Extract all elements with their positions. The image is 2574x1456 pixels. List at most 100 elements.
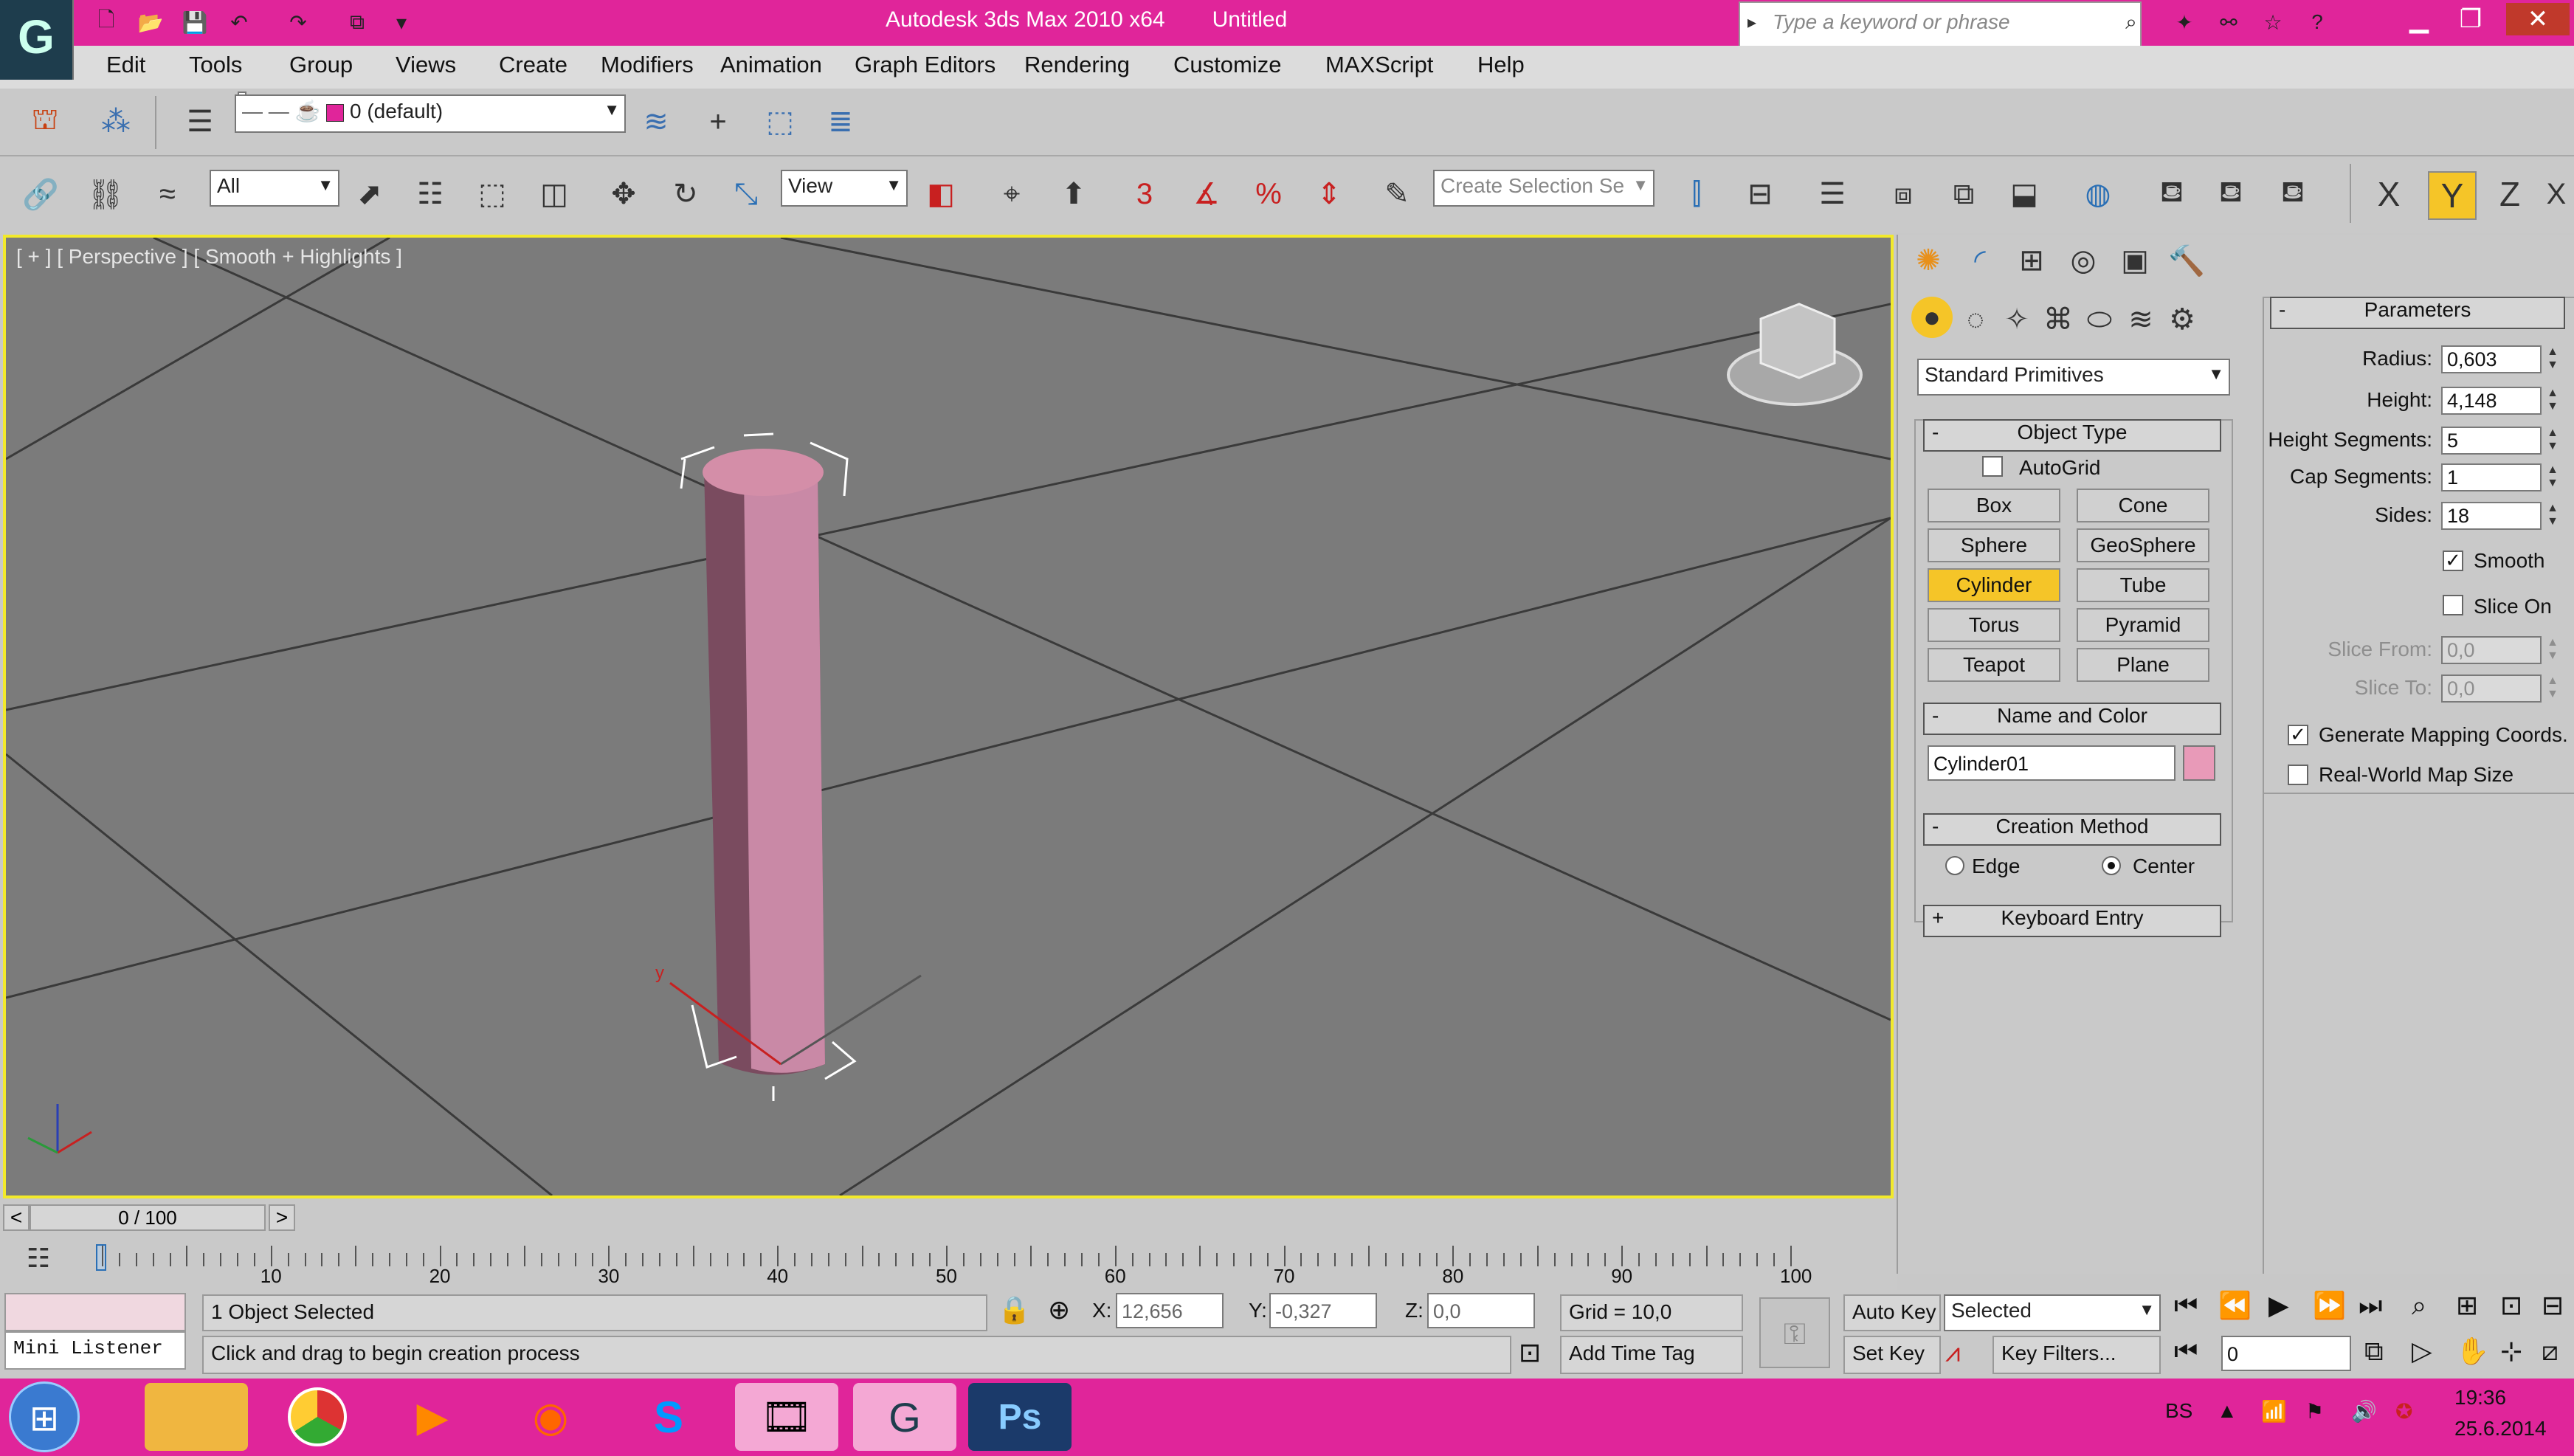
render-iterative-icon[interactable]: ⛾ bbox=[2270, 171, 2316, 217]
menu-rendering[interactable]: Rendering bbox=[1024, 52, 1130, 78]
shapes-icon[interactable]: ◌ bbox=[1953, 297, 1998, 342]
spinner-snap-icon[interactable]: ⇕ bbox=[1306, 171, 1352, 217]
y-coordinate-input[interactable]: -0,327 bbox=[1269, 1293, 1377, 1328]
help-icon[interactable]: ? bbox=[2302, 7, 2332, 37]
menu-animation[interactable]: Animation bbox=[720, 52, 822, 78]
select-and-link-icon[interactable]: 🔗 bbox=[18, 171, 63, 217]
current-frame-marker[interactable] bbox=[96, 1244, 106, 1271]
zoom-all-icon[interactable]: ⊞ bbox=[2456, 1290, 2478, 1321]
mini-curve-editor-icon[interactable]: ☷ bbox=[16, 1238, 61, 1278]
render-production-icon[interactable]: ⛾ bbox=[2208, 171, 2254, 217]
cylinder-object[interactable]: y bbox=[655, 432, 922, 1101]
box-button[interactable]: Box bbox=[1928, 489, 2060, 522]
particle-icon[interactable]: ⁂ bbox=[93, 99, 139, 145]
plane-button[interactable]: Plane bbox=[2077, 648, 2209, 682]
chevron-down-icon[interactable]: ▾ bbox=[387, 7, 416, 37]
current-frame-input[interactable]: 0 bbox=[2221, 1336, 2351, 1371]
menu-views[interactable]: Views bbox=[396, 52, 456, 78]
tray-expand-icon[interactable]: ▲ bbox=[2217, 1399, 2237, 1423]
sides-input[interactable]: 18 bbox=[2441, 502, 2542, 530]
language-indicator[interactable]: BS bbox=[2165, 1399, 2192, 1423]
keyboard-shortcut-toggle-icon[interactable]: ⬆ bbox=[1051, 171, 1097, 217]
bind-space-warp-icon[interactable]: ≈ bbox=[145, 171, 190, 217]
edge-radio[interactable] bbox=[1945, 856, 1964, 875]
clock-date[interactable]: 25.6.2014 bbox=[2454, 1417, 2547, 1441]
key-mode-dropdown[interactable]: Selected ▼ bbox=[1944, 1294, 2161, 1331]
volume-icon[interactable]: 🔊 bbox=[2351, 1399, 2377, 1424]
slice-from-spinner[interactable]: ▲ ▼ bbox=[2544, 636, 2561, 664]
pan-hand-icon[interactable]: ✋ bbox=[2456, 1336, 2489, 1367]
binoculars-icon[interactable]: ⌕ bbox=[2116, 7, 2146, 37]
name-color-header[interactable]: - Name and Color bbox=[1923, 703, 2221, 735]
tray-app-icon[interactable]: ✪ bbox=[2395, 1399, 2412, 1424]
menu-tools[interactable]: Tools bbox=[189, 52, 242, 78]
align-icon[interactable]: ⊟ bbox=[1737, 171, 1783, 217]
sphere-button[interactable]: Sphere bbox=[1928, 528, 2060, 562]
axis-constraint-z[interactable]: Z bbox=[2487, 171, 2533, 217]
restore-button[interactable]: ❐ bbox=[2449, 3, 2493, 35]
menu-group[interactable]: Group bbox=[289, 52, 353, 78]
previous-frame-icon[interactable]: ⏪ bbox=[2218, 1290, 2252, 1321]
height-segments-input[interactable]: 5 bbox=[2441, 427, 2542, 455]
menu-customize[interactable]: Customize bbox=[1173, 52, 1281, 78]
select-in-layer-icon[interactable]: ⬚ bbox=[757, 99, 803, 145]
absolute-mode-icon[interactable]: ⊕ bbox=[1048, 1294, 1070, 1325]
edit-named-selection-icon[interactable]: ✎ bbox=[1374, 171, 1420, 217]
lights-icon[interactable]: ✧ bbox=[1994, 297, 2040, 342]
object-type-header[interactable]: - Object Type bbox=[1923, 419, 2221, 452]
layer-manager-icon[interactable]: ☰ bbox=[1809, 171, 1855, 217]
scale-icon[interactable]: ⤡ bbox=[723, 171, 769, 217]
set-current-layer-icon[interactable]: ≣ bbox=[818, 99, 863, 145]
network-icon[interactable]: 📶 bbox=[2261, 1399, 2287, 1424]
zoom-extents-all-icon[interactable]: ⊟ bbox=[2542, 1290, 2564, 1321]
media-player-taskbar-icon[interactable]: ▶ bbox=[381, 1383, 484, 1451]
height-segments-spinner[interactable]: ▲ ▼ bbox=[2544, 427, 2561, 455]
axis-constraint-y[interactable]: Y bbox=[2428, 171, 2477, 220]
cap-segments-spinner[interactable]: ▲ ▼ bbox=[2544, 463, 2561, 491]
mini-listener[interactable]: Mini Listener bbox=[4, 1331, 186, 1370]
cone-button[interactable]: Cone bbox=[2077, 489, 2209, 522]
time-prev-button[interactable]: < bbox=[3, 1204, 30, 1231]
zoom-icon[interactable]: ⌕ bbox=[2412, 1290, 2426, 1322]
time-next-button[interactable]: > bbox=[269, 1204, 295, 1231]
menu-maxscript[interactable]: MAXScript bbox=[1325, 52, 1433, 78]
skype-taskbar-icon[interactable]: S bbox=[617, 1383, 720, 1451]
set-key-button[interactable]: Set Key bbox=[1843, 1336, 1941, 1374]
height-spinner[interactable]: ▲ ▼ bbox=[2544, 387, 2561, 415]
material-editor-icon[interactable]: ⬓ bbox=[2001, 171, 2047, 217]
viewport-label[interactable]: [ + ] [ Perspective ] [ Smooth + Highlig… bbox=[16, 245, 402, 269]
slice-to-input[interactable]: 0,0 bbox=[2441, 674, 2542, 703]
project-folder-icon[interactable]: ⧉ bbox=[342, 7, 372, 37]
display-tab-icon[interactable]: ▣ bbox=[2112, 238, 2158, 283]
search-input[interactable]: ▸ Type a keyword or phrase bbox=[1739, 1, 2142, 52]
sides-spinner[interactable]: ▲ ▼ bbox=[2544, 502, 2561, 530]
helpers-icon[interactable]: ⬭ bbox=[2077, 297, 2122, 342]
satellite-icon[interactable]: ⚯ bbox=[2214, 7, 2243, 37]
layer-manager-icon[interactable]: ☰ bbox=[177, 99, 223, 145]
unlink-icon[interactable]: ⛓ bbox=[83, 171, 128, 217]
primitive-category-dropdown[interactable]: Standard Primitives ▼ bbox=[1917, 359, 2230, 396]
window-crossing-icon[interactable]: ◫ bbox=[531, 171, 577, 217]
pivot-center-icon[interactable]: ◧ bbox=[918, 171, 964, 217]
new-layer-icon[interactable]: ≋ bbox=[633, 99, 679, 145]
reference-coordinate-dropdown[interactable]: View ▼ bbox=[781, 170, 908, 207]
menu-modifiers[interactable]: Modifiers bbox=[601, 52, 694, 78]
mirror-icon[interactable]: ⫿ bbox=[1674, 171, 1719, 217]
axis-constraint-x[interactable]: X bbox=[2366, 171, 2412, 217]
clock-time[interactable]: 19:36 bbox=[2454, 1386, 2506, 1410]
object-color-swatch[interactable] bbox=[2183, 745, 2215, 781]
key-filters-button[interactable]: Key Filters... bbox=[1992, 1336, 2161, 1374]
go-to-end-icon[interactable]: ⏭ bbox=[2359, 1290, 2382, 1322]
chrome-taskbar-icon[interactable] bbox=[266, 1383, 369, 1451]
cap-segments-input[interactable]: 1 bbox=[2441, 463, 2542, 491]
named-selection-dropdown[interactable]: Create Selection Se ▼ bbox=[1433, 170, 1655, 207]
slice-to-spinner[interactable]: ▲ ▼ bbox=[2544, 674, 2561, 703]
slice-from-input[interactable]: 0,0 bbox=[2441, 636, 2542, 664]
geosphere-button[interactable]: GeoSphere bbox=[2077, 528, 2209, 562]
communication-center-icon[interactable]: ✦ bbox=[2170, 7, 2199, 37]
explorer-taskbar-icon[interactable] bbox=[145, 1383, 248, 1451]
manipulate-icon[interactable]: ⌖ bbox=[989, 171, 1035, 217]
video-editor-taskbar-icon[interactable]: 🎞 bbox=[735, 1383, 838, 1451]
cameras-icon[interactable]: ⌘ bbox=[2035, 297, 2081, 342]
add-to-layer-icon[interactable]: + bbox=[695, 99, 741, 145]
